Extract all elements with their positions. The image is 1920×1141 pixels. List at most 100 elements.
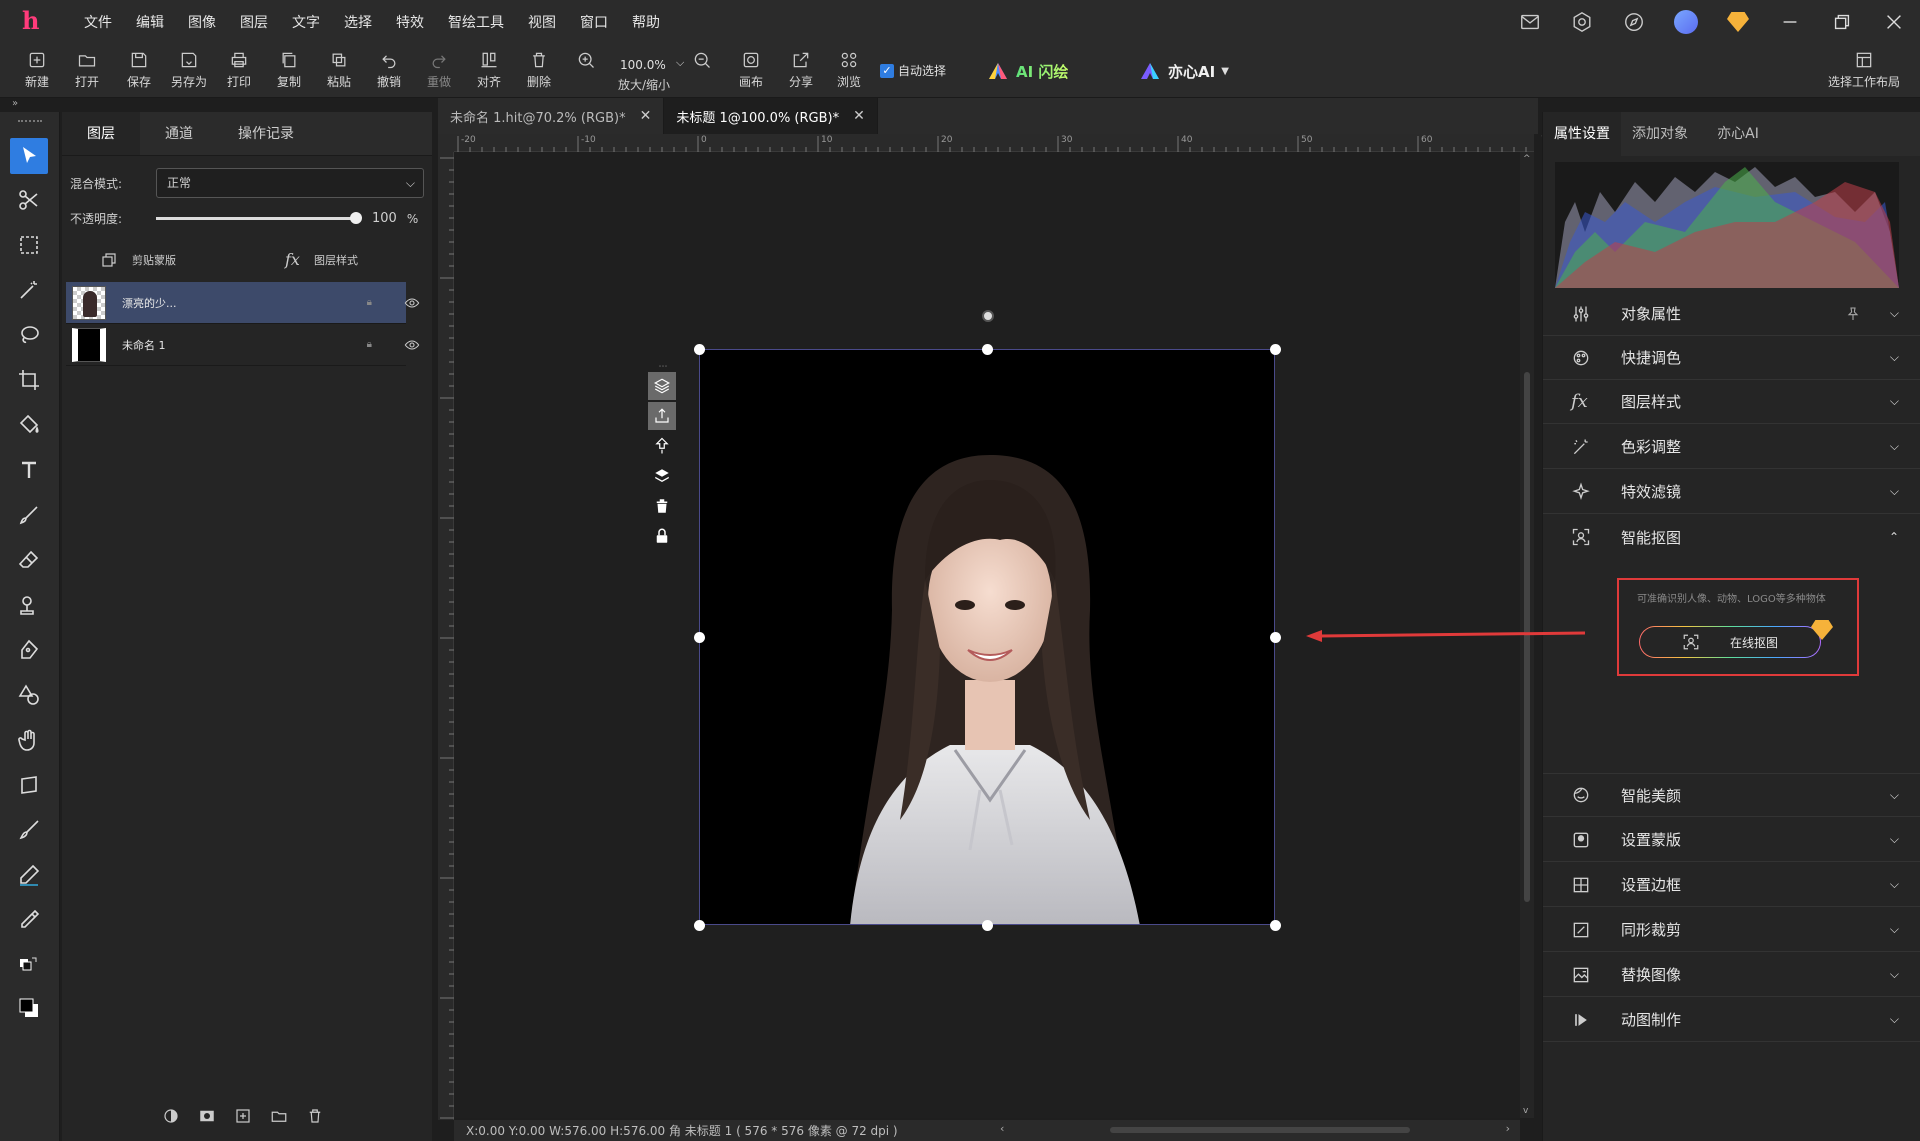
transform-tool[interactable]: [10, 767, 48, 803]
tab-document-1[interactable]: 未命名 1.hit@70.2% (RGB)* ✕: [438, 98, 665, 134]
clip-mask-button[interactable]: 剪贴蒙版: [100, 251, 285, 269]
drag-grip-icon[interactable]: ⋯: [648, 362, 678, 372]
delete-object-button[interactable]: [648, 492, 676, 520]
new-group-icon[interactable]: [270, 1107, 288, 1125]
mail-icon[interactable]: [1504, 0, 1556, 44]
align-button[interactable]: 对齐: [466, 50, 512, 94]
canvas-button[interactable]: 画布: [728, 50, 774, 94]
horizontal-scroll-thumb[interactable]: [1110, 1127, 1410, 1133]
add-mask-icon[interactable]: [198, 1107, 216, 1125]
lock-icon[interactable]: 🔒︎: [367, 339, 372, 350]
chevron-down-icon[interactable]: ⌵: [1890, 350, 1899, 365]
lock-object-button[interactable]: [648, 522, 676, 550]
section-quick-color[interactable]: 快捷调色 ⌵: [1543, 336, 1920, 380]
settings-icon[interactable]: [1556, 0, 1608, 44]
chevron-down-icon[interactable]: ⌵: [1890, 1012, 1899, 1027]
chevron-down-icon[interactable]: ⌵: [1890, 967, 1899, 982]
menu-window[interactable]: 窗口: [568, 0, 620, 44]
tab-yixin-ai[interactable]: 亦心AI: [1699, 112, 1777, 156]
menu-layer[interactable]: 图层: [228, 0, 280, 44]
layer-row[interactable]: 漂亮的少... 🔒︎: [66, 282, 420, 324]
lock-icon[interactable]: 🔒︎: [367, 297, 372, 308]
adjustment-layer-icon[interactable]: [162, 1107, 180, 1125]
section-shape-crop[interactable]: 同形裁剪 ⌵: [1543, 908, 1920, 952]
brush-tool[interactable]: [10, 497, 48, 533]
scroll-right-icon[interactable]: ›: [1506, 1122, 1510, 1135]
share-button[interactable]: 分享: [778, 50, 824, 94]
zoom-value[interactable]: 100.0%: [620, 58, 666, 72]
compass-icon[interactable]: [1608, 0, 1660, 44]
chevron-down-icon[interactable]: ⌵: [1890, 877, 1899, 892]
resize-handle-top-left[interactable]: [694, 344, 705, 355]
new-layer-icon[interactable]: [234, 1107, 252, 1125]
undo-button[interactable]: 撤销: [366, 50, 412, 94]
cutout-tool[interactable]: [10, 182, 48, 218]
chevron-down-icon[interactable]: ⌵: [1890, 306, 1899, 321]
eraser-tool[interactable]: [10, 542, 48, 578]
save-button[interactable]: 保存: [116, 50, 162, 94]
bring-to-front-button[interactable]: [648, 462, 676, 490]
shape-tool[interactable]: [10, 677, 48, 713]
layer-order-button[interactable]: [648, 372, 676, 400]
section-animation[interactable]: 动图制作 ⌵: [1543, 998, 1920, 1042]
layer-name[interactable]: 未命名 1: [122, 337, 166, 353]
menu-select[interactable]: 选择: [332, 0, 384, 44]
chevron-down-icon[interactable]: ⌵: [1890, 439, 1899, 454]
chevron-down-icon[interactable]: ⌵: [1890, 394, 1899, 409]
eyedropper-tool[interactable]: [10, 902, 48, 938]
menu-view[interactable]: 视图: [516, 0, 568, 44]
online-cutout-button[interactable]: 在线抠图: [1639, 626, 1821, 658]
ai-flash-button[interactable]: AI 闪绘: [988, 58, 1068, 84]
auto-select-checkbox[interactable]: ✓ 自动选择: [880, 62, 946, 79]
pin-icon[interactable]: [1845, 306, 1861, 322]
section-set-mask[interactable]: 设置蒙版 ⌵: [1543, 818, 1920, 862]
section-object-properties[interactable]: 对象属性 ⌵: [1543, 292, 1920, 336]
print-button[interactable]: 打印: [216, 50, 262, 94]
tab-add-object[interactable]: 添加对象: [1621, 112, 1699, 156]
section-color-adjust[interactable]: 色彩调整 ⌵: [1543, 425, 1920, 469]
section-layer-style[interactable]: fx 图层样式 ⌵: [1543, 380, 1920, 424]
bring-forward-button[interactable]: [648, 402, 676, 430]
opacity-value[interactable]: 100: [372, 211, 397, 226]
chevron-down-icon[interactable]: ⌵: [1890, 922, 1899, 937]
scroll-down-icon[interactable]: v: [1523, 1106, 1528, 1116]
tab-document-2[interactable]: 未标题 1@100.0% (RGB)* ✕: [664, 98, 878, 134]
new-button[interactable]: 新建: [14, 50, 60, 94]
section-smart-cutout[interactable]: 智能抠图 ⌃: [1543, 515, 1920, 559]
magic-wand-tool[interactable]: [10, 272, 48, 308]
crop-tool[interactable]: [10, 362, 48, 398]
section-effect-filters[interactable]: 特效滤镜 ⌵: [1543, 470, 1920, 514]
drag-grip-icon[interactable]: [18, 120, 42, 124]
menu-text[interactable]: 文字: [280, 0, 332, 44]
hand-tool[interactable]: [10, 722, 48, 758]
resize-handle-left[interactable]: [694, 632, 705, 643]
horizontal-scrollbar[interactable]: ‹ ›: [1000, 1122, 1510, 1136]
copy-button[interactable]: 复制: [266, 50, 312, 94]
resize-handle-bottom[interactable]: [982, 920, 993, 931]
avatar[interactable]: [1660, 0, 1712, 44]
pen-tool[interactable]: [10, 632, 48, 668]
tab-properties[interactable]: 属性设置: [1543, 112, 1621, 156]
paste-button[interactable]: 粘贴: [316, 50, 362, 94]
yixin-ai-button[interactable]: 亦心AI ▼: [1140, 58, 1229, 84]
menu-file[interactable]: 文件: [72, 0, 124, 44]
opacity-slider[interactable]: [156, 212, 362, 224]
close-icon[interactable]: ✕: [640, 108, 652, 124]
section-smart-beauty[interactable]: 智能美颜 ⌵: [1543, 773, 1920, 817]
blend-mode-select[interactable]: 正常 ⌵: [156, 168, 424, 198]
text-tool[interactable]: [10, 452, 48, 488]
rotate-handle[interactable]: [982, 310, 994, 322]
close-icon[interactable]: ✕: [853, 108, 865, 124]
resize-handle-top[interactable]: [982, 344, 993, 355]
resize-handle-bottom-right[interactable]: [1270, 920, 1281, 931]
tab-channels[interactable]: 通道: [140, 112, 218, 155]
swap-colors-button[interactable]: [10, 947, 48, 983]
save-as-button[interactable]: 另存为: [166, 50, 212, 94]
scroll-up-icon[interactable]: ^: [1523, 154, 1531, 164]
clone-stamp-tool[interactable]: [10, 587, 48, 623]
resize-handle-right[interactable]: [1270, 632, 1281, 643]
menu-image[interactable]: 图像: [176, 0, 228, 44]
resize-handle-bottom-left[interactable]: [694, 920, 705, 931]
section-replace-image[interactable]: 替换图像 ⌵: [1543, 953, 1920, 997]
move-tool[interactable]: [10, 138, 48, 174]
